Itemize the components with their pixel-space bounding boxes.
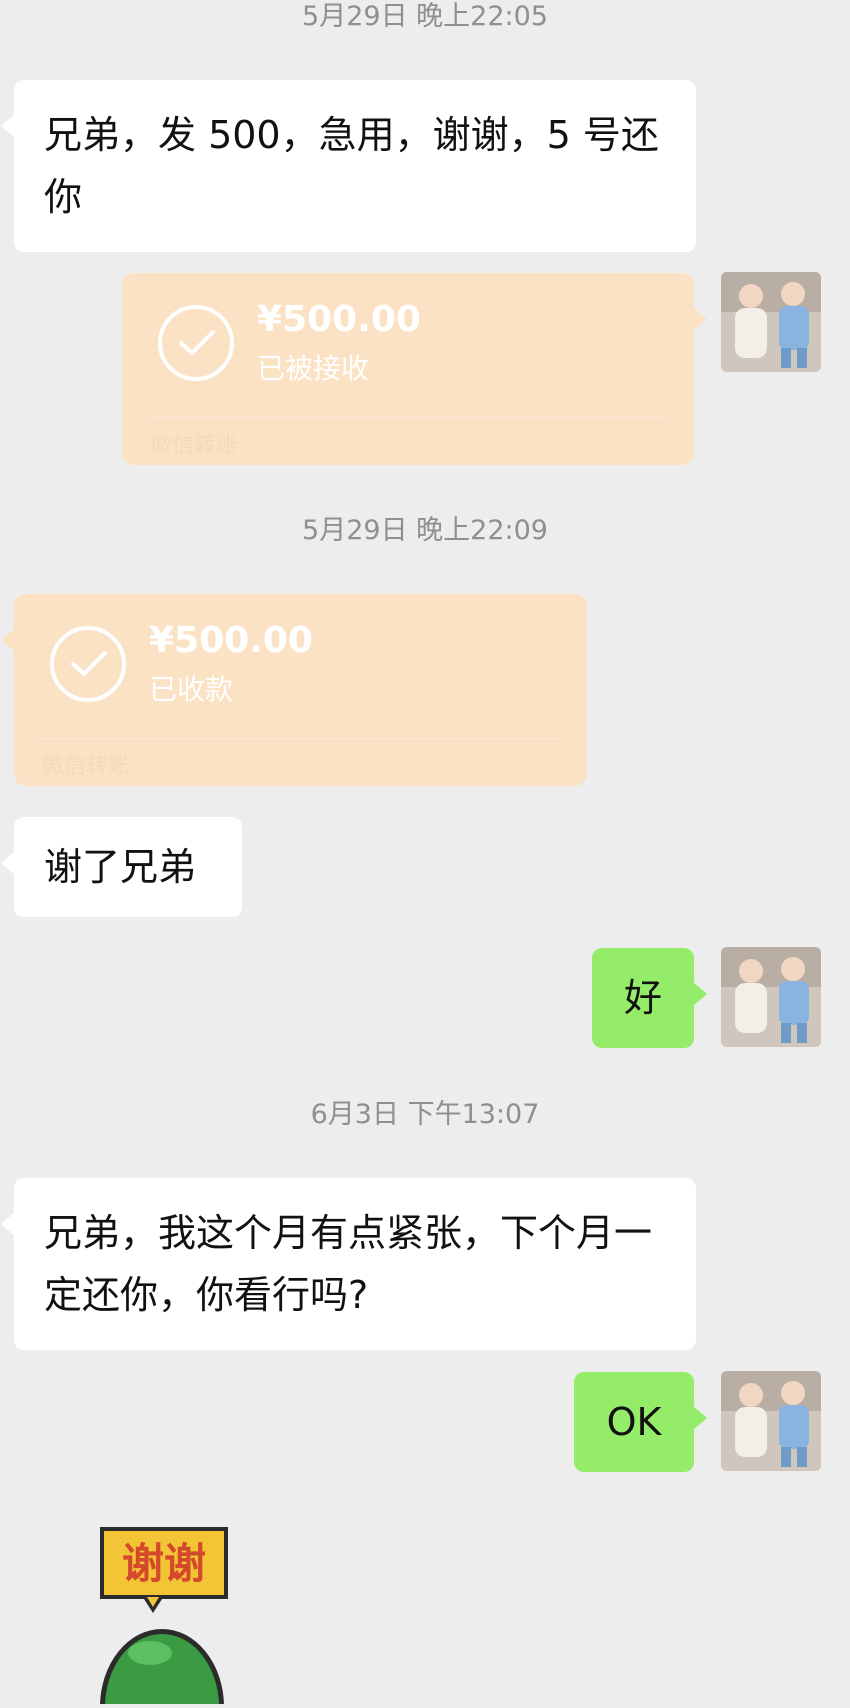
sticker-label: 谢谢 bbox=[122, 1539, 206, 1588]
outgoing-message[interactable]: OK bbox=[574, 1372, 707, 1472]
incoming-message[interactable]: 兄弟，我这个月有点紧张，下个月一定还你，你看行吗? bbox=[1, 1178, 696, 1350]
avatar[interactable] bbox=[721, 1371, 821, 1471]
transfer-brand-label: 微信转账 bbox=[42, 754, 131, 779]
divider bbox=[150, 417, 666, 418]
message-text: 好 bbox=[623, 976, 662, 1020]
transfer-status: 已收款 bbox=[149, 673, 234, 706]
message-text: OK bbox=[606, 1400, 662, 1444]
timestamp: 5月29日 晚上22:05 bbox=[302, 1, 548, 32]
thanks-sticker[interactable]: 谢谢 bbox=[86, 1525, 246, 1708]
timestamp: 5月29日 晚上22:09 bbox=[302, 515, 548, 546]
check-circle-icon bbox=[158, 305, 234, 381]
outgoing-message[interactable]: 好 bbox=[592, 948, 707, 1048]
incoming-message[interactable]: 兄弟，发 500，急用，谢谢，5 号还你 bbox=[1, 80, 696, 252]
divider bbox=[42, 738, 559, 739]
transfer-status: 已被接收 bbox=[257, 352, 370, 385]
transfer-brand-label: 微信转账 bbox=[150, 433, 239, 458]
transfer-amount: ¥500.00 bbox=[149, 620, 313, 661]
transfer-card-received[interactable]: ¥500.00 已收款 微信转账 bbox=[1, 594, 587, 786]
timestamp: 6月3日 下午13:07 bbox=[310, 1099, 540, 1130]
avatar[interactable] bbox=[721, 272, 821, 372]
avatar[interactable] bbox=[721, 947, 821, 1047]
transfer-amount: ¥500.00 bbox=[257, 299, 421, 340]
message-text: 兄弟，发 500，急用，谢谢，5 号还你 bbox=[44, 113, 659, 219]
check-circle-icon bbox=[50, 626, 126, 702]
message-text: 谢了兄弟 bbox=[44, 845, 197, 889]
message-text: 兄弟，我这个月有点紧张，下个月一定还你，你看行吗? bbox=[44, 1211, 653, 1317]
transfer-card-sent[interactable]: ¥500.00 已被接收 微信转账 bbox=[122, 273, 707, 465]
incoming-message[interactable]: 谢了兄弟 bbox=[1, 817, 242, 917]
